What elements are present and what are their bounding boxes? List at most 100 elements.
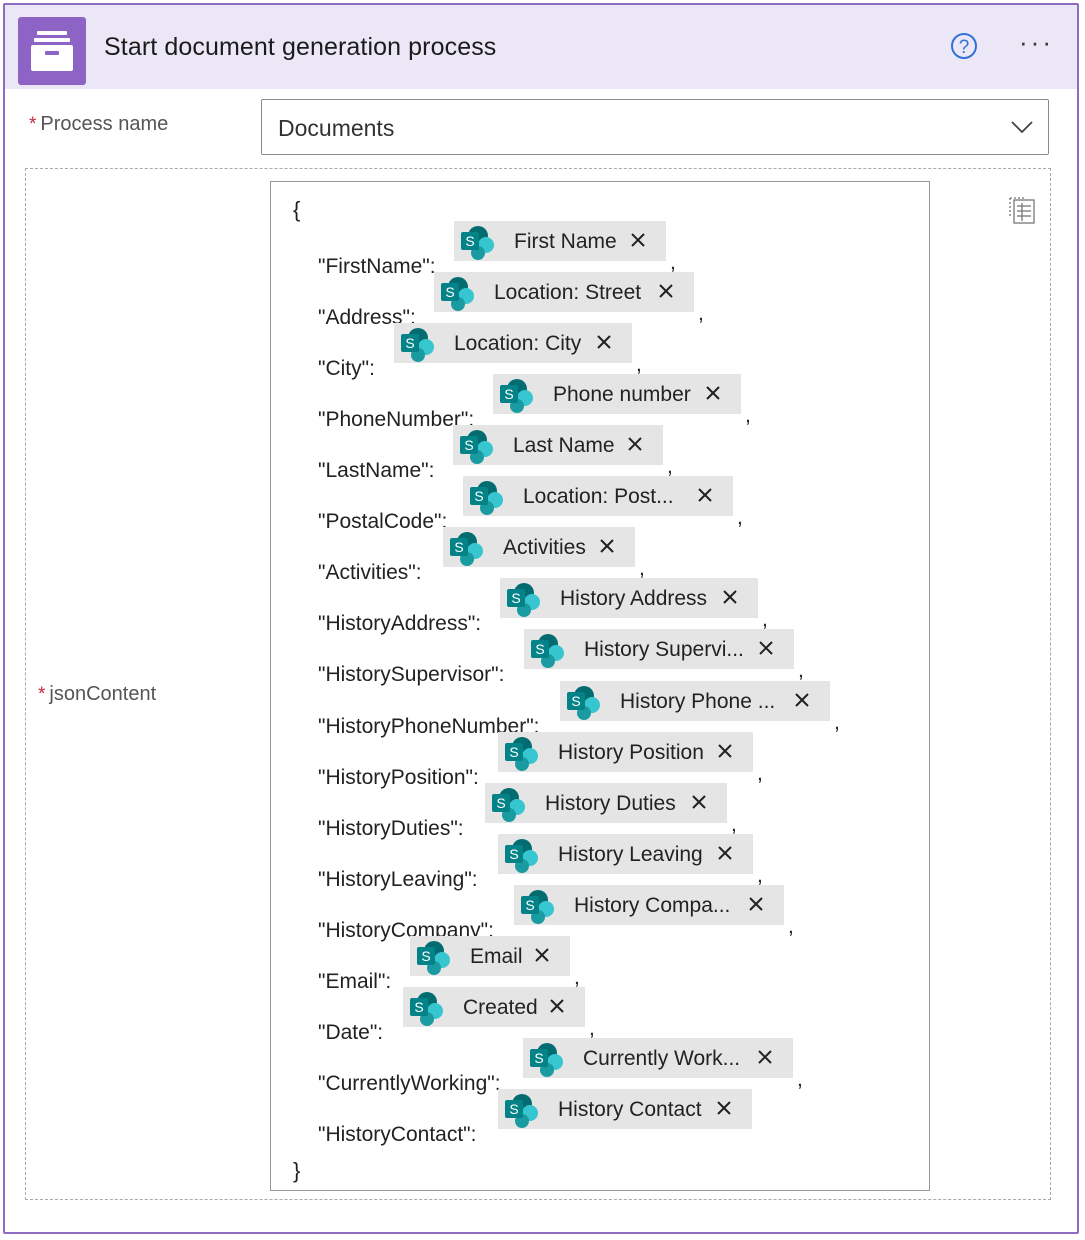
dynamic-content-token[interactable]: S History Supervi...: [524, 629, 794, 669]
token-label: History Supervi...: [584, 638, 744, 661]
dynamic-content-token[interactable]: S Location: Post...: [463, 476, 733, 516]
json-comma: ,: [834, 711, 840, 734]
svg-text:S: S: [571, 693, 580, 709]
copy-code-icon[interactable]: [1005, 194, 1037, 226]
sharepoint-icon: S: [503, 580, 543, 618]
json-key: "CurrentlyWorking":: [318, 1072, 501, 1095]
dynamic-content-token[interactable]: S Location: City: [394, 323, 632, 363]
json-key: "Activities":: [318, 561, 422, 584]
svg-text:S: S: [421, 948, 430, 964]
json-key: "HistoryAddress":: [318, 612, 482, 635]
more-options-button[interactable]: ···: [1019, 29, 1063, 57]
token-label: Location: Street: [494, 281, 642, 304]
json-key: "PhoneNumber":: [318, 408, 475, 431]
json-key: "City":: [318, 357, 375, 380]
json-content-label: * jsonContent: [38, 683, 157, 705]
sharepoint-icon: S: [501, 1091, 541, 1129]
json-row: "FirstName": S First Name,: [318, 221, 690, 278]
token-label: Activities: [503, 536, 586, 559]
remove-token-icon[interactable]: [755, 1047, 775, 1067]
close-brace: }: [293, 1158, 301, 1183]
dynamic-content-token[interactable]: S Currently Work...: [523, 1038, 793, 1078]
remove-token-icon[interactable]: [689, 792, 709, 812]
help-button[interactable]: ?: [951, 33, 977, 59]
process-name-dropdown[interactable]: Documents: [261, 99, 1049, 155]
json-key: "LastName":: [318, 459, 435, 482]
token-label: History Contact: [558, 1098, 702, 1121]
token-label: Last Name: [513, 434, 615, 457]
sharepoint-icon: S: [501, 836, 541, 874]
remove-token-icon[interactable]: [625, 434, 645, 454]
svg-text:S: S: [464, 437, 473, 453]
dynamic-content-token[interactable]: S History Position: [498, 732, 753, 772]
svg-text:S: S: [474, 488, 483, 504]
json-row: "CurrentlyWorking": S Currently Work...,: [318, 1038, 817, 1095]
token-label: First Name: [514, 230, 617, 253]
token-label: History Leaving: [558, 843, 703, 866]
action-header[interactable]: Start document generation process ? ···: [5, 5, 1077, 89]
dynamic-content-token[interactable]: S History Phone ...: [560, 681, 830, 721]
json-key: "HistorySupervisor":: [318, 663, 505, 686]
remove-token-icon[interactable]: [746, 894, 766, 914]
dynamic-content-token[interactable]: S Email: [410, 936, 570, 976]
action-title: Start document generation process: [104, 33, 497, 61]
sharepoint-icon: S: [456, 427, 496, 465]
token-label: Currently Work...: [583, 1047, 741, 1070]
remove-token-icon[interactable]: [715, 741, 735, 761]
token-label: Created: [463, 996, 538, 1019]
open-brace: {: [293, 197, 301, 222]
remove-token-icon[interactable]: [756, 638, 776, 658]
file-cabinet-icon: [18, 17, 86, 85]
remove-token-icon[interactable]: [656, 281, 676, 301]
svg-text:S: S: [414, 999, 423, 1015]
remove-token-icon[interactable]: [792, 690, 812, 710]
remove-token-icon[interactable]: [532, 945, 552, 965]
json-key: "PostalCode":: [318, 510, 448, 533]
svg-text:S: S: [534, 1050, 543, 1066]
dynamic-content-token[interactable]: S Phone number: [493, 374, 741, 414]
json-key: "HistoryLeaving":: [318, 868, 478, 891]
token-label: Email: [470, 945, 523, 968]
json-key: "HistoryPosition":: [318, 766, 479, 789]
remove-token-icon[interactable]: [547, 996, 567, 1016]
dynamic-content-token[interactable]: S History Address: [500, 578, 758, 618]
sharepoint-icon: S: [496, 376, 536, 414]
json-row: "HistoryAddress": S History Address,: [318, 578, 782, 635]
dynamic-content-token[interactable]: S Created: [403, 987, 585, 1027]
svg-text:S: S: [405, 335, 414, 351]
remove-token-icon[interactable]: [720, 587, 740, 607]
sharepoint-icon: S: [397, 325, 437, 363]
remove-token-icon[interactable]: [695, 485, 715, 505]
dynamic-content-token[interactable]: S Location: Street: [434, 272, 694, 312]
process-name-label: * Process name: [29, 113, 169, 135]
json-comma: ,: [798, 659, 804, 682]
remove-token-icon[interactable]: [714, 1098, 734, 1118]
json-row: "HistoryDuties": S History Duties,: [318, 783, 751, 840]
remove-token-icon[interactable]: [715, 843, 735, 863]
json-row: "Activities": S Activities,: [318, 527, 659, 584]
token-label: History Compa...: [574, 894, 731, 917]
dynamic-content-token[interactable]: S History Contact: [498, 1089, 752, 1129]
token-label: History Position: [558, 741, 704, 764]
remove-token-icon[interactable]: [628, 230, 648, 250]
json-row: "Email": S Email,: [318, 936, 594, 993]
svg-text:S: S: [504, 386, 513, 402]
json-key: "HistoryContact":: [318, 1123, 477, 1146]
svg-text:S: S: [465, 233, 474, 249]
remove-token-icon[interactable]: [597, 536, 617, 556]
json-comma: ,: [757, 762, 763, 785]
svg-text:S: S: [509, 744, 518, 760]
sharepoint-icon: S: [446, 529, 486, 567]
token-label: History Phone ...: [620, 690, 776, 713]
dynamic-content-token[interactable]: S Activities: [443, 527, 635, 567]
dynamic-content-token[interactable]: S Last Name: [453, 425, 663, 465]
dynamic-content-token[interactable]: S History Leaving: [498, 834, 753, 874]
dynamic-content-token[interactable]: S History Duties: [485, 783, 727, 823]
sharepoint-icon: S: [466, 478, 506, 516]
json-comma: ,: [788, 915, 794, 938]
remove-token-icon[interactable]: [703, 383, 723, 403]
dynamic-content-token[interactable]: S History Compa...: [514, 885, 784, 925]
json-key: "Date":: [318, 1021, 384, 1044]
remove-token-icon[interactable]: [594, 332, 614, 352]
dynamic-content-token[interactable]: S First Name: [454, 221, 666, 261]
